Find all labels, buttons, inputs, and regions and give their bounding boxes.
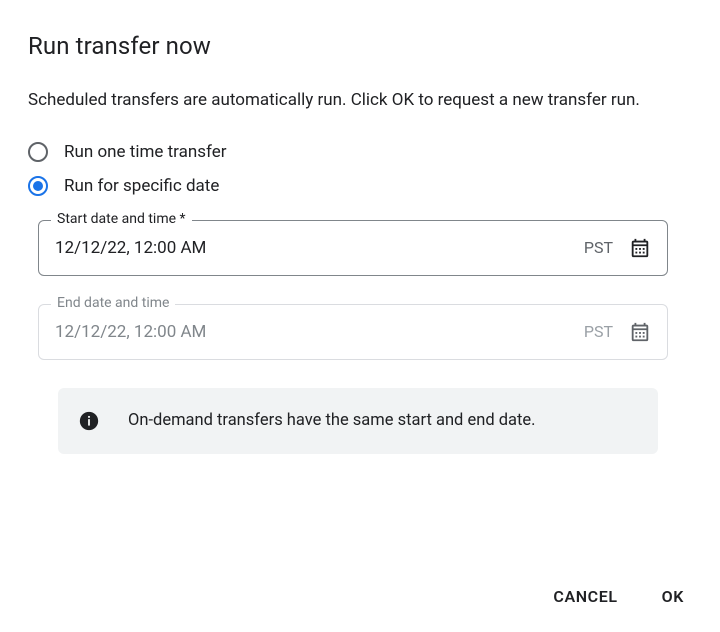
dialog-title: Run transfer now	[28, 32, 692, 60]
start-date-label: Start date and time *	[51, 211, 192, 227]
end-date-label: End date and time	[51, 295, 175, 311]
radio-one-time-transfer[interactable]: Run one time transfer	[28, 142, 692, 162]
calendar-icon[interactable]	[629, 237, 651, 259]
info-banner: On-demand transfers have the same start …	[58, 388, 658, 454]
start-date-timezone: PST	[584, 238, 613, 257]
radio-checked-icon	[28, 176, 48, 196]
radio-specific-date[interactable]: Run for specific date	[28, 176, 692, 196]
info-text: On-demand transfers have the same start …	[128, 411, 536, 430]
radio-label: Run for specific date	[64, 176, 219, 196]
dialog-subtitle: Scheduled transfers are automatically ru…	[28, 88, 688, 114]
info-icon	[78, 410, 100, 432]
start-date-value: 12/12/22, 12:00 AM	[55, 238, 584, 258]
date-fields: Start date and time * 12/12/22, 12:00 AM…	[28, 220, 692, 360]
ok-button[interactable]: OK	[658, 581, 688, 612]
end-date-field[interactable]: End date and time 12/12/22, 12:00 AM PST	[38, 304, 668, 360]
run-mode-radio-group: Run one time transfer Run for specific d…	[28, 142, 692, 196]
cancel-button[interactable]: CANCEL	[549, 581, 621, 612]
end-date-value: 12/12/22, 12:00 AM	[55, 322, 584, 342]
start-date-field[interactable]: Start date and time * 12/12/22, 12:00 AM…	[38, 220, 668, 276]
dialog-actions: CANCEL OK	[549, 581, 688, 612]
calendar-icon[interactable]	[629, 321, 651, 343]
end-date-timezone: PST	[584, 322, 613, 341]
radio-unchecked-icon	[28, 142, 48, 162]
radio-label: Run one time transfer	[64, 142, 227, 162]
